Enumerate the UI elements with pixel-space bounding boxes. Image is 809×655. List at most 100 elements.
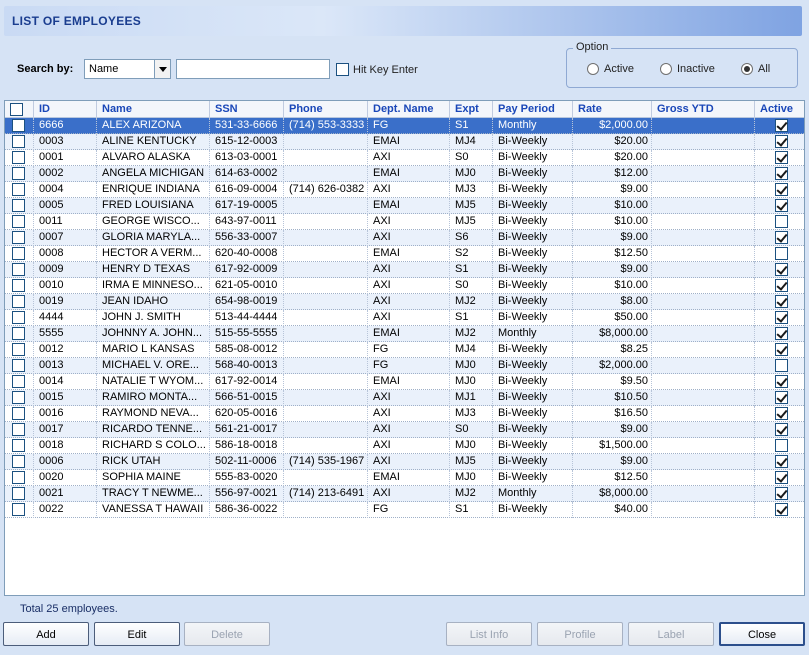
table-row[interactable]: 0014 NATALIE T WYOM... 617-92-0014 EMAI MJ0 B… <box>5 374 804 390</box>
search-field-select[interactable]: Name <box>84 59 171 79</box>
table-row[interactable]: 0004 ENRIQUE INDIANA 616-09-0004 (714) 626-… <box>5 182 804 198</box>
column-header-phone[interactable]: Phone <box>284 101 368 118</box>
row-select-checkbox[interactable] <box>12 359 25 372</box>
table-row[interactable]: 0016 RAYMOND NEVA... 620-05-0016 AXI MJ3 Bi-W… <box>5 406 804 422</box>
active-checkbox[interactable] <box>775 391 788 404</box>
row-select-cell[interactable] <box>5 374 34 390</box>
table-row[interactable]: 0017 RICARDO TENNE... 561-21-0017 AXI S0 Bi-W… <box>5 422 804 438</box>
row-select-cell[interactable] <box>5 310 34 326</box>
active-checkbox[interactable] <box>775 487 788 500</box>
row-select-cell[interactable] <box>5 502 34 518</box>
active-checkbox[interactable] <box>775 215 788 228</box>
table-row[interactable]: 6666 ALEX ARIZONA 531-33-6666 (714) 553-333… <box>5 118 804 134</box>
active-checkbox[interactable] <box>775 343 788 356</box>
active-checkbox[interactable] <box>775 231 788 244</box>
row-select-checkbox[interactable] <box>12 375 25 388</box>
row-select-checkbox[interactable] <box>12 311 25 324</box>
row-select-checkbox[interactable] <box>12 471 25 484</box>
active-checkbox[interactable] <box>775 167 788 180</box>
add-button[interactable]: Add <box>3 622 89 646</box>
row-select-cell[interactable] <box>5 438 34 454</box>
row-select-checkbox[interactable] <box>12 183 25 196</box>
active-checkbox[interactable] <box>775 471 788 484</box>
chevron-down-icon[interactable] <box>154 60 170 78</box>
row-select-checkbox[interactable] <box>12 135 25 148</box>
table-row[interactable]: 0008 HECTOR A VERM... 620-40-0008 EMAI S2 Bi-… <box>5 246 804 262</box>
active-checkbox[interactable] <box>775 135 788 148</box>
active-checkbox[interactable] <box>775 375 788 388</box>
row-select-cell[interactable] <box>5 230 34 246</box>
active-checkbox[interactable] <box>775 151 788 164</box>
radio-active[interactable]: Active <box>587 63 634 75</box>
row-select-cell[interactable] <box>5 454 34 470</box>
row-select-cell[interactable] <box>5 326 34 342</box>
row-select-cell[interactable] <box>5 134 34 150</box>
search-input[interactable] <box>176 59 330 79</box>
column-header-name[interactable]: Name <box>97 101 210 118</box>
active-checkbox[interactable] <box>775 359 788 372</box>
row-select-cell[interactable] <box>5 422 34 438</box>
radio-icon[interactable] <box>741 63 753 75</box>
row-select-cell[interactable] <box>5 294 34 310</box>
table-row[interactable]: 0022 VANESSA T HAWAII 586-36-0022 FG S1 Bi-We… <box>5 502 804 518</box>
row-select-checkbox[interactable] <box>12 295 25 308</box>
table-row[interactable]: 0019 JEAN IDAHO 654-98-0019 AXI MJ2 Bi-Weekly… <box>5 294 804 310</box>
active-checkbox[interactable] <box>775 247 788 260</box>
table-row[interactable]: 5555 JOHNNY A. JOHN... 515-55-5555 EMAI MJ2 M… <box>5 326 804 342</box>
row-select-cell[interactable] <box>5 390 34 406</box>
row-select-checkbox[interactable] <box>12 119 25 132</box>
row-select-checkbox[interactable] <box>12 199 25 212</box>
row-select-cell[interactable] <box>5 182 34 198</box>
column-header-gross-ytd[interactable]: Gross YTD <box>652 101 755 118</box>
row-select-checkbox[interactable] <box>12 391 25 404</box>
table-row[interactable]: 0018 RICHARD S COLO... 586-18-0018 AXI MJ0 Bi… <box>5 438 804 454</box>
row-select-cell[interactable] <box>5 406 34 422</box>
row-select-cell[interactable] <box>5 246 34 262</box>
active-checkbox[interactable] <box>775 455 788 468</box>
table-row[interactable]: 0005 FRED LOUISIANA 617-19-0005 EMAI MJ5 Bi-W… <box>5 198 804 214</box>
row-select-cell[interactable] <box>5 214 34 230</box>
table-row[interactable]: 0011 GEORGE WISCO... 643-97-0011 AXI MJ5 Bi-W… <box>5 214 804 230</box>
close-button[interactable]: Close <box>719 622 805 646</box>
hit-key-enter-checkbox[interactable]: Hit Key Enter <box>336 63 418 76</box>
active-checkbox[interactable] <box>775 311 788 324</box>
table-row[interactable]: 0015 RAMIRO MONTA... 566-51-0015 AXI MJ1 Bi-W… <box>5 390 804 406</box>
row-select-checkbox[interactable] <box>12 263 25 276</box>
row-select-cell[interactable] <box>5 262 34 278</box>
table-row[interactable]: 0003 ALINE KENTUCKY 615-12-0003 EMAI MJ4 Bi-W… <box>5 134 804 150</box>
radio-all[interactable]: All <box>741 63 770 75</box>
row-select-checkbox[interactable] <box>12 487 25 500</box>
row-select-checkbox[interactable] <box>12 439 25 452</box>
row-select-cell[interactable] <box>5 342 34 358</box>
table-row[interactable]: 0002 ANGELA MICHIGAN 614-63-0002 EMAI MJ0 Bi-… <box>5 166 804 182</box>
radio-icon[interactable] <box>587 63 599 75</box>
row-select-checkbox[interactable] <box>12 279 25 292</box>
select-all-checkbox[interactable] <box>10 103 23 116</box>
column-header-id[interactable]: ID <box>34 101 97 118</box>
active-checkbox[interactable] <box>775 279 788 292</box>
table-row[interactable]: 0007 GLORIA MARYLA... 556-33-0007 AXI S6 Bi-W… <box>5 230 804 246</box>
row-select-cell[interactable] <box>5 198 34 214</box>
row-select-checkbox[interactable] <box>12 423 25 436</box>
active-checkbox[interactable] <box>775 423 788 436</box>
table-row[interactable]: 0009 HENRY D TEXAS 617-92-0009 AXI S1 Bi-Week… <box>5 262 804 278</box>
table-row[interactable]: 0001 ALVARO ALASKA 613-03-0001 AXI S0 Bi-Week… <box>5 150 804 166</box>
row-select-cell[interactable] <box>5 150 34 166</box>
table-row[interactable]: 0010 IRMA E MINNESO... 621-05-0010 AXI S0 Bi-… <box>5 278 804 294</box>
checkbox-icon[interactable] <box>336 63 349 76</box>
active-checkbox[interactable] <box>775 263 788 276</box>
row-select-checkbox[interactable] <box>12 327 25 340</box>
row-select-cell[interactable] <box>5 278 34 294</box>
select-all-header[interactable] <box>5 101 34 118</box>
row-select-checkbox[interactable] <box>12 407 25 420</box>
row-select-checkbox[interactable] <box>12 167 25 180</box>
row-select-checkbox[interactable] <box>12 247 25 260</box>
column-header-pay-period[interactable]: Pay Period <box>493 101 573 118</box>
column-header-dept-name[interactable]: Dept. Name <box>368 101 450 118</box>
row-select-cell[interactable] <box>5 470 34 486</box>
column-header-active[interactable]: Active <box>755 101 804 118</box>
employee-grid[interactable]: ID Name SSN Phone Dept. Name Expt Pay Period Ra… <box>4 100 805 596</box>
column-header-ssn[interactable]: SSN <box>210 101 284 118</box>
row-select-checkbox[interactable] <box>12 455 25 468</box>
active-checkbox[interactable] <box>775 407 788 420</box>
